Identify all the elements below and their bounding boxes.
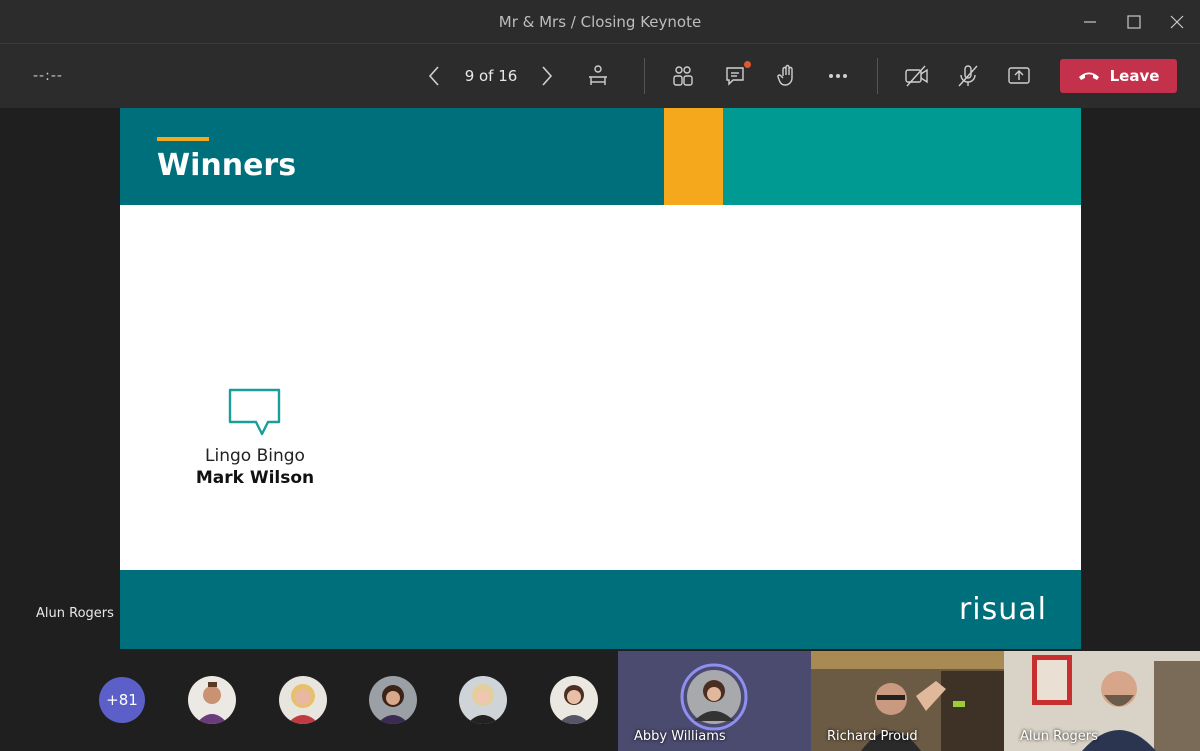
person-photo-icon xyxy=(369,676,417,724)
close-icon xyxy=(1170,15,1184,29)
people-icon xyxy=(673,66,693,86)
mic-toggle-button[interactable] xyxy=(950,58,986,94)
camera-toggle-button[interactable] xyxy=(899,58,935,94)
header-gold-accent xyxy=(664,108,723,205)
share-icon xyxy=(1008,67,1030,84)
slide-title: Winners xyxy=(157,148,297,183)
participant-tile[interactable]: Richard Proud xyxy=(811,651,1004,751)
previous-slide-button[interactable] xyxy=(416,58,452,94)
person-photo-icon xyxy=(279,676,327,724)
participant-tile[interactable]: Abby Williams xyxy=(618,651,811,751)
slide-counter: 9 of 16 xyxy=(464,67,518,85)
meeting-control-bar: --:-- 9 of 16 Leave xyxy=(0,44,1200,108)
toolbar-divider xyxy=(644,58,645,94)
window-title: Mr & Mrs / Closing Keynote xyxy=(498,13,702,31)
hang-up-icon xyxy=(1078,72,1099,80)
leave-button[interactable]: Leave xyxy=(1060,59,1177,93)
person-photo-icon xyxy=(188,676,236,724)
mic-off-icon xyxy=(958,65,978,87)
more-icon xyxy=(829,74,847,78)
more-participants-badge[interactable]: +81 xyxy=(99,677,145,723)
minimize-icon xyxy=(1084,21,1096,23)
participant-name: Alun Rogers xyxy=(1020,729,1098,744)
more-actions-button[interactable] xyxy=(820,58,856,94)
slide-header: Winners xyxy=(120,108,1081,205)
chat-button[interactable] xyxy=(718,58,754,94)
title-accent-bar xyxy=(157,137,209,141)
participant-avatar[interactable] xyxy=(369,676,417,724)
share-screen-button[interactable] xyxy=(1001,58,1037,94)
close-button[interactable] xyxy=(1162,8,1192,36)
participant-tile[interactable]: Alun Rogers xyxy=(1004,651,1200,751)
call-timer: --:-- xyxy=(33,68,63,84)
minimize-button[interactable] xyxy=(1075,8,1105,36)
toolbar-divider xyxy=(877,58,878,94)
chevron-left-icon xyxy=(428,66,439,86)
participant-avatar[interactable] xyxy=(550,676,598,724)
speech-bubble-icon xyxy=(228,388,281,436)
person-photo-icon xyxy=(550,676,598,724)
slide-footer: risual xyxy=(120,570,1081,649)
participant-avatar[interactable] xyxy=(188,676,236,724)
shared-slide: Winners Lingo Bingo Mark Wilson risual xyxy=(120,108,1081,649)
person-photo-icon xyxy=(459,676,507,724)
maximize-button[interactable] xyxy=(1119,8,1149,36)
hand-icon xyxy=(777,64,793,86)
participant-avatar[interactable] xyxy=(459,676,507,724)
raise-hand-button[interactable] xyxy=(769,58,805,94)
chat-icon xyxy=(726,67,744,86)
participant-name: Richard Proud xyxy=(827,729,918,744)
next-slide-button[interactable] xyxy=(529,58,565,94)
presenter-name: Alun Rogers xyxy=(36,606,114,621)
participants-button[interactable] xyxy=(665,58,701,94)
presenter-view-button[interactable] xyxy=(580,58,616,94)
winner-name: Mark Wilson xyxy=(195,468,315,488)
participant-avatar[interactable] xyxy=(279,676,327,724)
camera-off-icon xyxy=(905,65,928,87)
presenter-icon xyxy=(589,65,607,85)
maximize-icon xyxy=(1127,15,1141,29)
unread-indicator xyxy=(744,61,751,68)
title-bar: Mr & Mrs / Closing Keynote xyxy=(0,0,1200,44)
header-teal-accent xyxy=(723,108,1081,205)
brand-logo: risual xyxy=(958,592,1047,627)
award-name: Lingo Bingo xyxy=(205,446,305,466)
participant-name: Abby Williams xyxy=(634,729,726,744)
chevron-right-icon xyxy=(542,66,553,86)
leave-label: Leave xyxy=(1109,67,1160,85)
teams-meeting-window: Mr & Mrs / Closing Keynote --:-- 9 of 16 xyxy=(0,0,1200,751)
